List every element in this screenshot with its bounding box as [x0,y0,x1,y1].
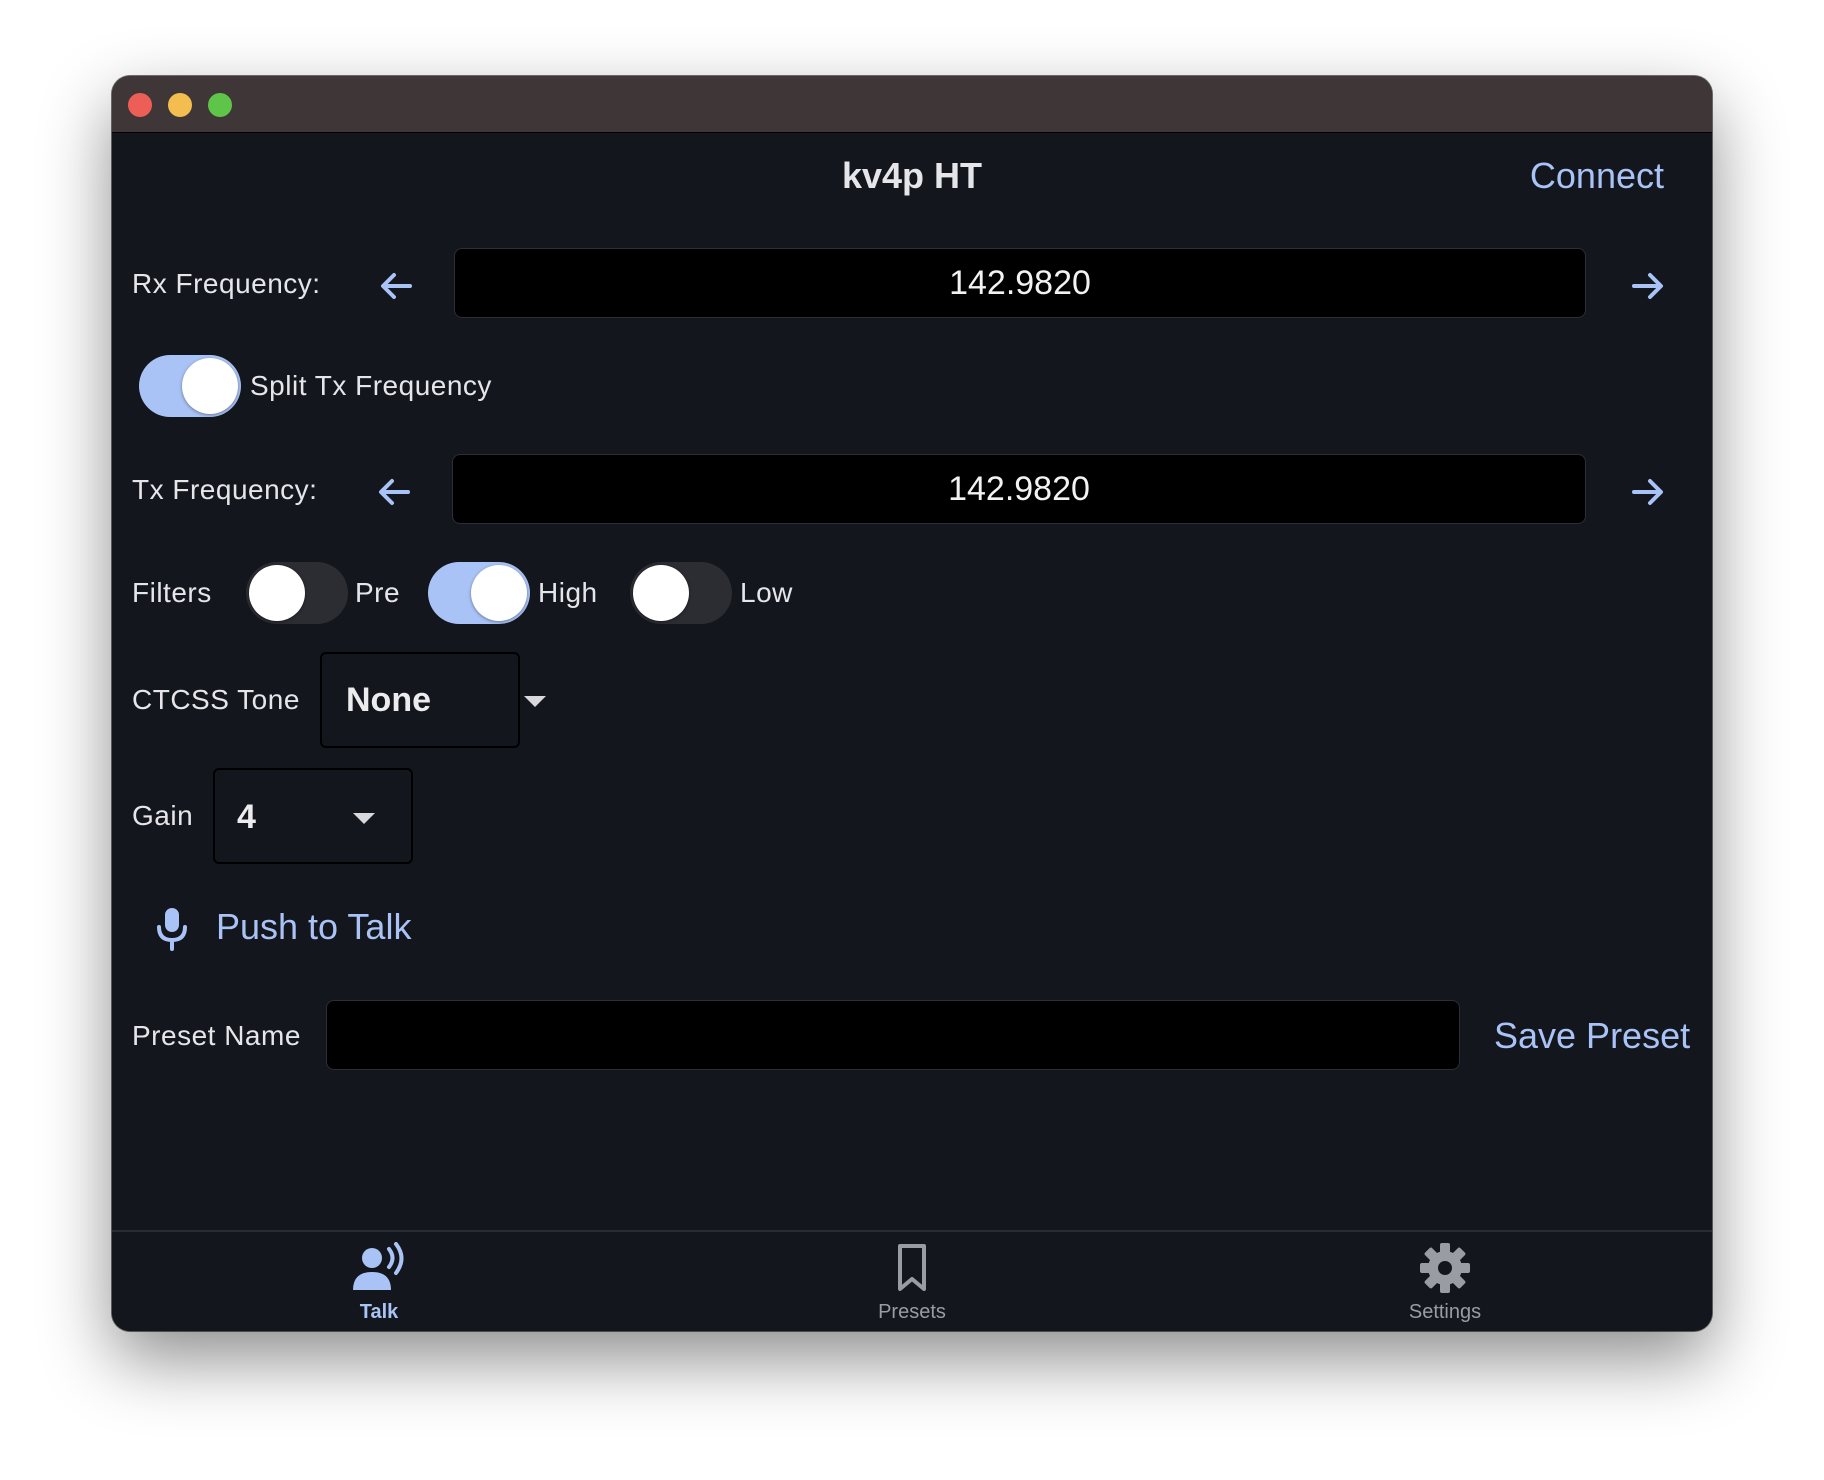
gain-value: 4 [237,798,256,836]
rx-frequency-up-arrow-icon[interactable] [1624,262,1672,310]
ctcss-caret-down-icon[interactable] [524,696,546,707]
app-title: kv4p HT [841,155,983,196]
filter-high-label: High [538,577,598,608]
tx-frequency-up-arrow-icon[interactable] [1624,468,1672,516]
split-tx-toggle[interactable] [139,355,241,417]
rx-frequency-down-arrow-icon[interactable] [372,262,420,310]
microphone-icon[interactable] [152,906,192,952]
connect-button[interactable]: Connect [1530,154,1664,198]
save-preset-button[interactable]: Save Preset [1494,1014,1690,1058]
app-window: kv4p HT Connect Rx Frequency: 142.9820 S… [112,76,1712,1331]
title-bar [112,76,1712,133]
split-tx-label: Split Tx Frequency [250,370,492,401]
toggle-knob [633,565,689,621]
rx-frequency-value: 142.9820 [949,263,1091,302]
ctcss-value: None [346,681,431,719]
filter-pre-toggle[interactable] [246,562,348,624]
toggle-knob [249,565,305,621]
nav-tab-presets[interactable]: Presets [812,1232,1012,1331]
ctcss-label: CTCSS Tone [132,684,300,715]
toggle-knob [471,565,527,621]
preset-name-label: Preset Name [132,1020,301,1051]
ctcss-dropdown[interactable]: None [320,652,520,748]
talk-icon [353,1242,404,1290]
tx-frequency-input[interactable]: 142.9820 [452,454,1586,524]
nav-label-presets: Presets [878,1301,946,1323]
minimize-window-button[interactable] [168,93,192,117]
rx-frequency-input[interactable]: 142.9820 [454,248,1586,318]
push-to-talk-button[interactable]: Push to Talk [216,905,411,949]
tx-frequency-down-arrow-icon[interactable] [370,468,418,516]
gear-icon [1420,1243,1470,1293]
gain-caret-down-icon [353,813,375,824]
tx-frequency-value: 142.9820 [948,469,1090,508]
maximize-window-button[interactable] [208,93,232,117]
preset-name-input[interactable] [326,1000,1460,1070]
close-window-button[interactable] [128,93,152,117]
nav-tab-settings[interactable]: Settings [1345,1232,1545,1331]
nav-label-settings: Settings [1408,1301,1482,1323]
filter-high-toggle[interactable] [428,562,530,624]
gain-dropdown[interactable]: 4 [213,768,413,864]
filter-low-toggle[interactable] [630,562,732,624]
rx-frequency-label: Rx Frequency: [132,268,321,299]
nav-label-talk: Talk [359,1301,399,1323]
toggle-knob [182,358,238,414]
filter-pre-label: Pre [355,577,401,608]
gain-label: Gain [132,800,194,831]
filter-low-label: Low [740,577,793,608]
tx-frequency-label: Tx Frequency: [132,474,318,505]
nav-tab-talk[interactable]: Talk [279,1232,479,1331]
bottom-navigation: Talk Presets Settings [112,1230,1712,1331]
bookmark-icon [898,1244,926,1291]
filters-label: Filters [132,577,212,608]
